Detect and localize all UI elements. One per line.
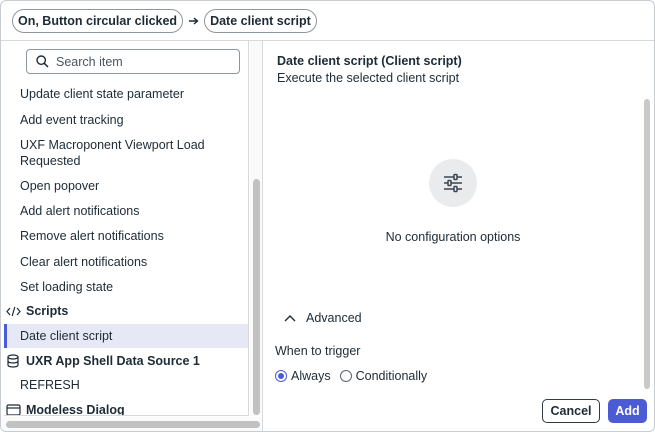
- radio-unselected-indicator[interactable]: [339, 370, 352, 382]
- breadcrumb: On, Button circular clicked Date client …: [1, 1, 654, 41]
- group-label: Modeless Dialog: [26, 403, 125, 416]
- add-button[interactable]: Add: [608, 399, 647, 423]
- list-item-open-popover[interactable]: Open popover: [20, 178, 235, 194]
- group-label: Scripts: [26, 304, 69, 318]
- detail-scroll-thumb[interactable]: [644, 99, 650, 389]
- list-vertical-scroll-thumb[interactable]: [253, 179, 260, 415]
- search-box[interactable]: [26, 49, 240, 74]
- sliders-icon: [429, 159, 477, 207]
- list-item-date-client-script[interactable]: Date client script: [20, 328, 235, 344]
- radio-always[interactable]: Always: [275, 369, 331, 383]
- code-icon: [5, 306, 21, 317]
- trigger-label: When to trigger: [275, 344, 361, 358]
- list-item-set-loading[interactable]: Set loading state: [20, 279, 235, 295]
- action-list: Update client state parameter Add event …: [4, 41, 249, 416]
- cancel-button[interactable]: Cancel: [542, 399, 600, 423]
- detail-title: Date client script (Client script): [277, 54, 462, 68]
- list-item-clear-alert[interactable]: Clear alert notifications: [20, 254, 235, 270]
- group-scripts: Scripts: [5, 304, 68, 318]
- list-item-uxf-viewport-load[interactable]: UXF Macroponent Viewport Load Requested: [20, 137, 235, 169]
- action-list-panel: Update client state parameter Add event …: [1, 41, 263, 431]
- radio-always-label: Always: [291, 369, 331, 383]
- group-modeless-dialog: Modeless Dialog: [5, 403, 125, 416]
- list-horizontal-scroll-thumb[interactable]: [6, 421, 260, 428]
- list-item-add-event-tracking[interactable]: Add event tracking: [20, 112, 235, 128]
- list-item-remove-alert[interactable]: Remove alert notifications: [20, 228, 235, 244]
- group-label: UXR App Shell Data Source 1: [26, 354, 200, 368]
- modal-dialog: On, Button circular clicked Date client …: [0, 0, 655, 432]
- detail-panel: Date client script (Client script) Execu…: [264, 41, 654, 431]
- trigger-radio-group: Always Conditionally: [275, 369, 436, 383]
- arrow-right-icon: [188, 16, 199, 26]
- radio-conditionally-label: Conditionally: [355, 369, 428, 383]
- database-icon: [5, 354, 21, 368]
- radio-selected-indicator[interactable]: [275, 370, 287, 382]
- search-icon: [36, 55, 49, 68]
- breadcrumb-item-event[interactable]: On, Button circular clicked: [12, 8, 184, 33]
- empty-state-text: No configuration options: [385, 230, 521, 244]
- list-item-refresh[interactable]: REFRESH: [20, 377, 235, 393]
- list-item-update-client-state[interactable]: Update client state parameter: [20, 86, 235, 102]
- advanced-label: Advanced: [306, 311, 362, 325]
- list-item-add-alert[interactable]: Add alert notifications: [20, 203, 235, 219]
- advanced-toggle[interactable]: Advanced: [284, 311, 362, 325]
- group-uxr-data-source: UXR App Shell Data Source 1: [5, 354, 200, 368]
- breadcrumb-item-script[interactable]: Date client script: [204, 8, 317, 33]
- radio-conditionally[interactable]: Conditionally: [339, 369, 428, 383]
- detail-subtitle: Execute the selected client script: [277, 71, 460, 85]
- search-input[interactable]: [56, 54, 226, 69]
- chevron-up-icon: [284, 315, 296, 322]
- window-icon: [5, 404, 21, 415]
